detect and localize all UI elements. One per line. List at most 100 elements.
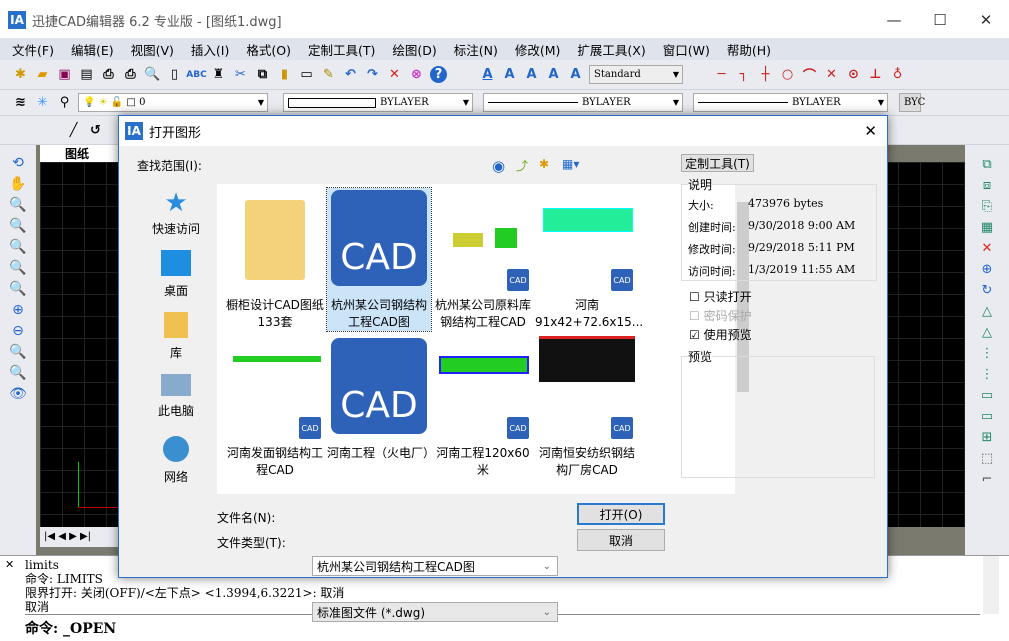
menu-modify[interactable]: 修改(M) (515, 40, 561, 59)
layer-freeze-icon[interactable]: ✳ (34, 94, 51, 111)
offset-tool-icon[interactable]: ⎘ (982, 199, 992, 214)
place-this-pc[interactable]: 此电脑 (139, 370, 213, 432)
delete-tool-icon[interactable]: ✕ (982, 241, 993, 256)
new-icon[interactable]: ✱ (12, 66, 29, 83)
trim-tool-icon[interactable]: ⋮ (981, 346, 994, 361)
paste-icon[interactable]: ▮ (276, 66, 293, 83)
plot-icon[interactable]: ▤ (78, 66, 95, 83)
document-tab[interactable]: 图纸1.dwg (40, 145, 130, 176)
3d-box-icon[interactable]: ⬚ (981, 451, 993, 466)
copy-tool-icon[interactable]: ⧉ (982, 157, 991, 172)
regen-icon[interactable]: ⟲ (12, 155, 24, 171)
file-item[interactable]: CAD 河南工程（火电厂） (327, 336, 435, 462)
move-tool-icon[interactable]: ⊕ (982, 262, 993, 277)
spell-check-icon[interactable]: ABC (186, 66, 206, 83)
command-scrollbar[interactable] (983, 556, 999, 614)
edit-text-icon[interactable]: A (523, 66, 540, 83)
menu-custom-tools[interactable]: 定制工具(T) (308, 40, 375, 59)
readonly-checkbox[interactable]: ☐ 只读打开 (689, 288, 752, 307)
menu-view[interactable]: 视图(V) (131, 40, 174, 59)
layer-search-icon[interactable]: ⚲ (56, 94, 73, 111)
menu-file[interactable]: 文件(F) (12, 40, 54, 59)
circle-icon[interactable]: ○ (779, 66, 796, 83)
menu-draw[interactable]: 绘图(D) (392, 40, 436, 59)
file-item[interactable]: CAD 河南恒安纺织钢结构厂房CAD (535, 336, 639, 479)
place-quick-access[interactable]: ★ 快速访问 (139, 184, 213, 246)
perp-icon[interactable]: ⊥ (867, 66, 884, 83)
file-item[interactable]: CAD 河南91x42+72.6x15... (535, 188, 643, 331)
menu-insert[interactable]: 插入(I) (191, 40, 229, 59)
new-folder-icon[interactable]: ✱ (539, 157, 549, 171)
array-tool-icon[interactable]: ▦ (981, 220, 993, 235)
linetype-select[interactable]: BYLAYER ▼ (483, 93, 683, 112)
pan-icon[interactable]: ✋ (9, 176, 26, 192)
plot-style-select[interactable]: BYC (899, 93, 925, 112)
copy-icon[interactable]: ⧉ (254, 66, 271, 83)
stretch-tool-icon[interactable]: △ (982, 325, 992, 340)
back-icon[interactable]: ◉ (492, 157, 505, 175)
rotate-tool-icon[interactable]: ↻ (982, 283, 993, 298)
menu-window[interactable]: 窗口(W) (663, 40, 710, 59)
color-select[interactable]: BYLAYER ▼ (283, 93, 473, 112)
view-menu-icon[interactable]: ▦▾ (562, 157, 579, 171)
up-folder-icon[interactable]: ⤴ (516, 157, 528, 174)
menu-dimension[interactable]: 标注(N) (454, 40, 498, 59)
trim-icon[interactable]: ✕ (823, 66, 840, 83)
place-library[interactable]: 库 (139, 308, 213, 370)
zoom-in-icon[interactable]: ⊕ (12, 302, 24, 318)
erase-icon[interactable]: ✕ (386, 66, 403, 83)
zoom-window-icon[interactable]: 🔍 (9, 218, 26, 234)
line-icon[interactable]: ─ (713, 66, 730, 83)
zoom-dynamic-icon[interactable]: 🔍 (9, 239, 26, 255)
layer-select[interactable]: 💡 ☀ 🔓 □ 0 ▼ (78, 93, 268, 112)
paste-special-icon[interactable]: ▭ (298, 66, 315, 83)
extend-tool-icon[interactable]: ⋮ (981, 367, 994, 382)
text-style-icon[interactable]: A (545, 66, 562, 83)
menu-edit[interactable]: 编辑(E) (71, 40, 114, 59)
cut-icon[interactable]: ✂ (232, 66, 249, 83)
filetype-select[interactable]: 标准图文件 (*.dwg) ⌄ (312, 602, 558, 622)
undo-icon[interactable]: ↶ (342, 66, 359, 83)
text-style-select[interactable]: Standard ▼ (589, 65, 683, 84)
chamfer-tool-icon[interactable]: ▭ (981, 409, 993, 424)
maximize-button[interactable]: ☐ (917, 0, 963, 40)
minimize-button[interactable]: — (871, 0, 917, 40)
xline-icon[interactable]: ┼ (757, 66, 774, 83)
menu-help[interactable]: 帮助(H) (727, 40, 771, 59)
open-icon[interactable]: ▰ (34, 66, 51, 83)
polyline-icon[interactable]: ┐ (735, 66, 752, 83)
password-checkbox[interactable]: ☐ 密码保护 (689, 307, 752, 326)
print-preview-icon[interactable]: ⎙ (122, 66, 139, 83)
file-item[interactable]: CAD 河南工程120x60米 (431, 336, 535, 479)
arc-tool-icon[interactable]: ↺ (87, 122, 104, 139)
custom-tools-button[interactable]: 定制工具(T) (681, 154, 754, 172)
place-desktop[interactable]: 桌面 (139, 246, 213, 308)
mtext-icon[interactable]: A (501, 66, 518, 83)
point-icon[interactable]: ⊙ (845, 66, 862, 83)
zoom-scale-icon[interactable]: 🔍 (9, 260, 26, 276)
close-button[interactable]: ✕ (963, 0, 1009, 40)
stair-icon[interactable]: ⌐ (982, 472, 993, 487)
view-icon[interactable]: 👁 (9, 386, 27, 402)
filename-input[interactable]: 杭州某公司钢结构工程CAD图 ⌄ (312, 556, 558, 576)
file-item[interactable]: 橱柜设计CAD图纸133套 (223, 188, 327, 331)
scale-tool-icon[interactable]: △ (982, 304, 992, 319)
deselect-icon[interactable]: ⊗ (408, 66, 425, 83)
cancel-button[interactable]: 取消 (577, 529, 665, 551)
dialog-close-icon[interactable]: ✕ (864, 122, 877, 140)
close-icon[interactable]: ✕ (5, 558, 14, 571)
use-preview-checkbox[interactable]: ☑ 使用预览 (689, 326, 752, 345)
zoom-center-icon[interactable]: 🔍 (9, 281, 26, 297)
menu-extend-tools[interactable]: 扩展工具(X) (577, 40, 645, 59)
file-item[interactable]: CAD 杭州某公司原料库钢结构工程CAD (431, 188, 535, 331)
file-item-selected[interactable]: CAD 杭州某公司钢结构工程CAD图 (326, 187, 432, 332)
zoom-extents-icon[interactable]: 🔍 (9, 365, 26, 381)
zoom-out-icon[interactable]: ⊖ (12, 323, 24, 339)
ray-icon[interactable]: ⌒ (801, 66, 818, 84)
mirror-tool-icon[interactable]: ⧈ (983, 178, 991, 193)
file-item[interactable]: CAD 河南发面钢结构工程CAD (223, 336, 327, 479)
publish-icon[interactable]: ▯ (166, 66, 183, 83)
save-icon[interactable]: ▣ (56, 66, 73, 83)
line-tool-icon[interactable]: ╱ (65, 122, 82, 139)
menu-format[interactable]: 格式(O) (246, 40, 291, 59)
